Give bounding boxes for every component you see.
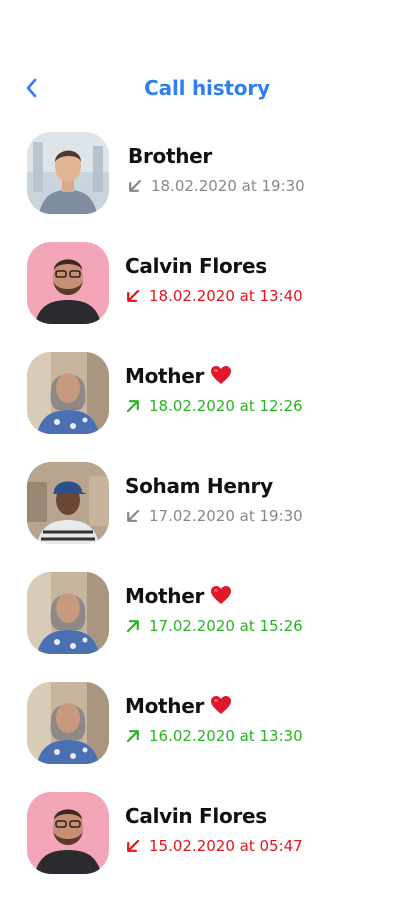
contact-name: Mother (125, 694, 232, 720)
contact-name: Mother (125, 364, 232, 390)
contact-name-text: Mother (125, 694, 205, 718)
call-row[interactable]: Mother 16.02.2020 at 13:30 (0, 682, 414, 792)
contact-name: Brother (128, 144, 212, 168)
call-row[interactable]: Calvin Flores 15.02.2020 at 05:47 (0, 792, 414, 902)
call-datetime: 18.02.2020 at 19:30 (151, 177, 305, 195)
missed-call-icon (127, 289, 140, 302)
call-datetime: 18.02.2020 at 12:26 (149, 397, 303, 415)
call-datetime: 18.02.2020 at 13:40 (149, 287, 303, 305)
call-datetime: 16.02.2020 at 13:30 (149, 727, 303, 745)
call-info: 17.02.2020 at 15:26 (125, 617, 303, 635)
contact-name: Mother (125, 584, 232, 610)
call-row[interactable]: Calvin Flores 18.02.2020 at 13:40 (0, 242, 414, 352)
avatar (27, 792, 109, 874)
avatar (27, 242, 109, 324)
contact-name-text: Mother (125, 364, 205, 388)
contact-name: Calvin Flores (125, 804, 267, 828)
call-history-list: Brother 18.02.2020 at 19:30 Calvin Flores 1… (0, 132, 414, 902)
call-info: 15.02.2020 at 05:47 (125, 837, 303, 855)
page-title: Call history (144, 76, 270, 100)
header: Call history (0, 70, 414, 106)
contact-name-text: Calvin Flores (125, 804, 267, 828)
contact-name-text: Mother (125, 584, 205, 608)
heart-icon (211, 366, 232, 384)
outgoing-call-icon (126, 620, 139, 633)
missed-call-icon (127, 839, 140, 852)
call-datetime: 17.02.2020 at 19:30 (149, 507, 303, 525)
call-info: 17.02.2020 at 19:30 (125, 507, 303, 525)
incoming-call-icon (127, 509, 140, 522)
outgoing-call-icon (126, 730, 139, 743)
heart-icon (211, 586, 232, 604)
call-info: 18.02.2020 at 12:26 (125, 397, 303, 415)
call-row[interactable]: Brother 18.02.2020 at 19:30 (0, 132, 414, 242)
outgoing-call-icon (126, 400, 139, 413)
heart-icon (211, 696, 232, 714)
avatar (27, 572, 109, 654)
avatar (27, 132, 109, 214)
call-info: 16.02.2020 at 13:30 (125, 727, 303, 745)
contact-name-text: Brother (128, 144, 212, 168)
contact-name: Soham Henry (125, 474, 273, 498)
call-datetime: 17.02.2020 at 15:26 (149, 617, 303, 635)
incoming-call-icon (129, 179, 142, 192)
call-row[interactable]: Mother 17.02.2020 at 15:26 (0, 572, 414, 682)
contact-name-text: Soham Henry (125, 474, 273, 498)
call-row[interactable]: Mother 18.02.2020 at 12:26 (0, 352, 414, 462)
contact-name-text: Calvin Flores (125, 254, 267, 278)
call-datetime: 15.02.2020 at 05:47 (149, 837, 303, 855)
avatar (27, 462, 109, 544)
call-info: 18.02.2020 at 13:40 (125, 287, 303, 305)
avatar (27, 352, 109, 434)
call-info: 18.02.2020 at 19:30 (127, 177, 305, 195)
contact-name: Calvin Flores (125, 254, 267, 278)
call-row[interactable]: Soham Henry 17.02.2020 at 19:30 (0, 462, 414, 572)
avatar (27, 682, 109, 764)
